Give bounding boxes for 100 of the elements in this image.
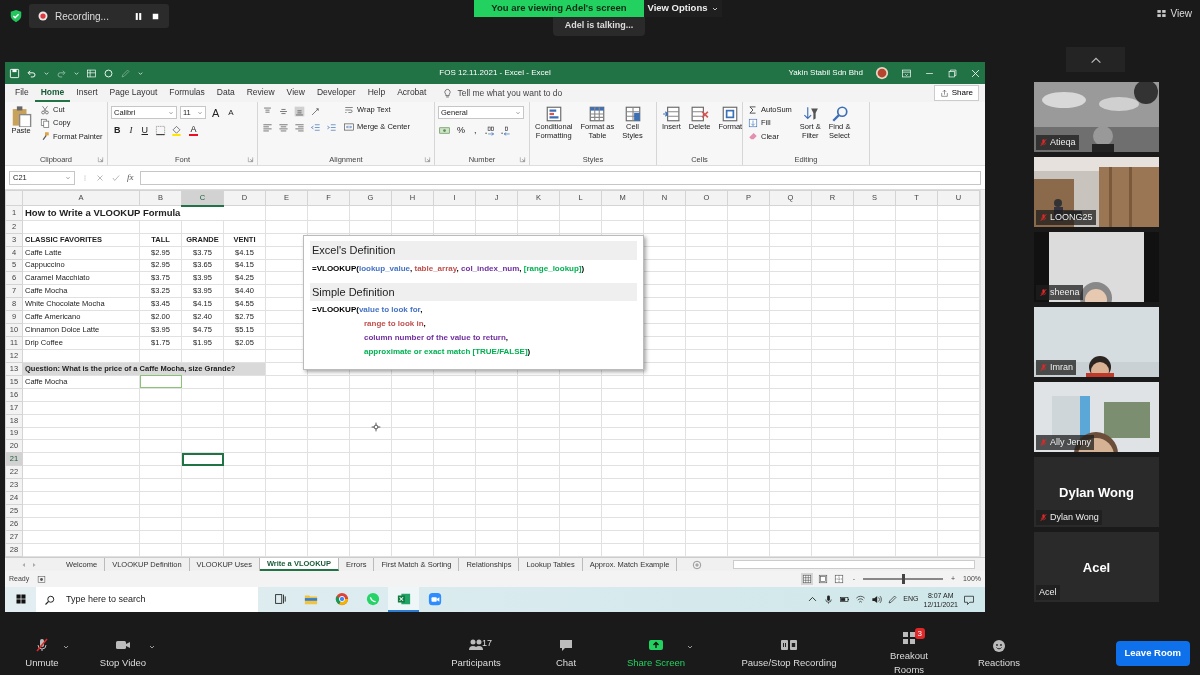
screen-share-banner: You are viewing Adel's screen xyxy=(474,0,644,17)
tell-me-search[interactable]: Tell me what you want to do xyxy=(457,86,563,100)
vertical-scrollbar[interactable] xyxy=(980,190,985,557)
ribbon-tab[interactable]: Insert xyxy=(70,83,104,103)
ribbon-tab[interactable]: Formulas xyxy=(163,83,211,103)
add-sheet-button[interactable] xyxy=(691,559,704,570)
speaker-icon xyxy=(871,594,883,605)
italic-button[interactable]: I xyxy=(126,124,136,136)
toolbar-button[interactable]: Chat xyxy=(546,636,586,671)
participant-name: Imran xyxy=(1050,360,1073,374)
clipboard-icon xyxy=(10,105,32,127)
normal-view-icon xyxy=(801,574,812,584)
toolbar-button[interactable]: Reactions xyxy=(974,636,1024,671)
restore-button[interactable] xyxy=(947,67,958,79)
search-field[interactable]: Type here to search xyxy=(64,591,234,608)
scissors-icon xyxy=(40,104,50,115)
ribbon-icon-button[interactable] xyxy=(277,106,290,117)
table-icon xyxy=(86,67,97,79)
close-button[interactable] xyxy=(970,67,981,79)
toolbar-button[interactable]: Pause/Stop Recording xyxy=(734,636,844,671)
selected-cell[interactable] xyxy=(181,452,224,466)
record-macro-icon xyxy=(37,574,47,584)
toolbar-button[interactable]: Share Screen xyxy=(626,636,686,671)
eraser-icon xyxy=(748,131,758,142)
shield-icon xyxy=(9,9,23,23)
formula-text: range to look in, xyxy=(363,318,427,330)
avatar-icon xyxy=(875,66,889,80)
underline-button[interactable]: U xyxy=(138,124,151,136)
dropdown-icon xyxy=(73,69,80,77)
ribbon-display-button[interactable] xyxy=(901,67,912,79)
caret-icon xyxy=(65,174,71,181)
search-box[interactable]: Type here to search xyxy=(36,587,258,612)
leave-room-button[interactable]: Leave Room xyxy=(1115,641,1190,666)
comma-style-button[interactable]: , xyxy=(471,124,480,136)
borders-icon xyxy=(155,124,166,136)
participant-display-name: Acel xyxy=(1081,559,1112,577)
toolbar-button[interactable]: Unmute xyxy=(22,636,62,671)
caret-icon xyxy=(197,109,203,116)
video-camera-icon xyxy=(427,591,442,606)
search-icon xyxy=(44,593,56,606)
participant-name: Acel xyxy=(1039,585,1057,599)
participant-count: 17 xyxy=(482,636,492,650)
percent-style-button[interactable]: % xyxy=(454,124,468,136)
bold-button[interactable]: B xyxy=(111,124,124,136)
toolbar-button[interactable]: 3 Breakout Rooms xyxy=(874,629,944,675)
notification-icon xyxy=(963,593,975,606)
view-mode-button[interactable] xyxy=(816,573,829,585)
ribbon-tab[interactable]: Help xyxy=(361,83,392,103)
page-break-icon xyxy=(833,574,844,584)
ribbon-tab[interactable]: Review xyxy=(240,83,281,103)
delete-rows-icon xyxy=(690,105,709,123)
align-bottom-icon xyxy=(294,106,305,117)
align-right-icon xyxy=(294,122,305,133)
ribbon-tab[interactable]: View xyxy=(280,83,311,103)
participant-name: sheena xyxy=(1050,285,1080,299)
answer-cell[interactable] xyxy=(139,375,182,389)
wifi-icon xyxy=(855,594,867,605)
recording-label: Recording... xyxy=(55,9,109,24)
sigma-icon xyxy=(748,104,758,115)
align-left-icon xyxy=(262,122,273,133)
view-mode-button[interactable] xyxy=(832,573,845,585)
horizontal-scrollbar[interactable] xyxy=(733,560,975,569)
funnel-icon xyxy=(801,105,820,123)
ribbon-tab[interactable]: Data xyxy=(210,83,241,103)
ribbon-icon-button[interactable] xyxy=(309,106,322,117)
caret-icon xyxy=(515,109,521,116)
ribbon-tab[interactable]: Page Layout xyxy=(103,83,164,103)
share-button[interactable]: Share xyxy=(933,85,979,101)
redo-icon xyxy=(56,67,67,79)
cancel-icon xyxy=(95,172,105,183)
ribbon-icon-button[interactable] xyxy=(154,124,167,136)
restore-icon xyxy=(947,67,958,79)
search-icon xyxy=(830,105,849,123)
view-options-button[interactable]: View Options xyxy=(644,0,722,17)
insert-function-button[interactable]: fx xyxy=(127,170,134,185)
taskbar-app[interactable] xyxy=(388,587,419,612)
font-color-button[interactable]: A xyxy=(186,124,201,136)
formula-field[interactable] xyxy=(139,170,981,185)
caret-icon xyxy=(168,109,174,116)
view-button[interactable]: View xyxy=(1155,6,1192,21)
ribbon-icon-button[interactable] xyxy=(482,124,496,136)
formula-text: =VLOOKUP(value to look for, xyxy=(311,304,424,316)
participant-name: Atieqa xyxy=(1050,135,1076,149)
grid-icon xyxy=(1155,8,1167,19)
decimal-increase-icon xyxy=(483,124,495,136)
view-mode-button[interactable] xyxy=(800,573,813,585)
toolbar-button[interactable]: Stop Video xyxy=(98,636,148,671)
pause-button[interactable] xyxy=(133,10,144,22)
ribbon-tab[interactable]: File xyxy=(9,83,35,103)
slider-thumb[interactable] xyxy=(901,574,905,584)
arrow-right-icon xyxy=(30,560,38,569)
ribbon-tab[interactable]: Acrobat xyxy=(391,83,433,103)
toolbar-button[interactable]: 17 Participants xyxy=(446,636,506,671)
grow-font-button[interactable]: A xyxy=(209,106,223,119)
ribbon-icon-button[interactable] xyxy=(498,124,512,136)
close-icon xyxy=(970,67,981,79)
shrink-font-button[interactable]: A xyxy=(225,106,237,119)
formula-text: column number of the value to return, xyxy=(363,332,510,344)
ribbon-tab[interactable]: Developer xyxy=(310,83,362,103)
format-cells-icon xyxy=(721,105,740,123)
